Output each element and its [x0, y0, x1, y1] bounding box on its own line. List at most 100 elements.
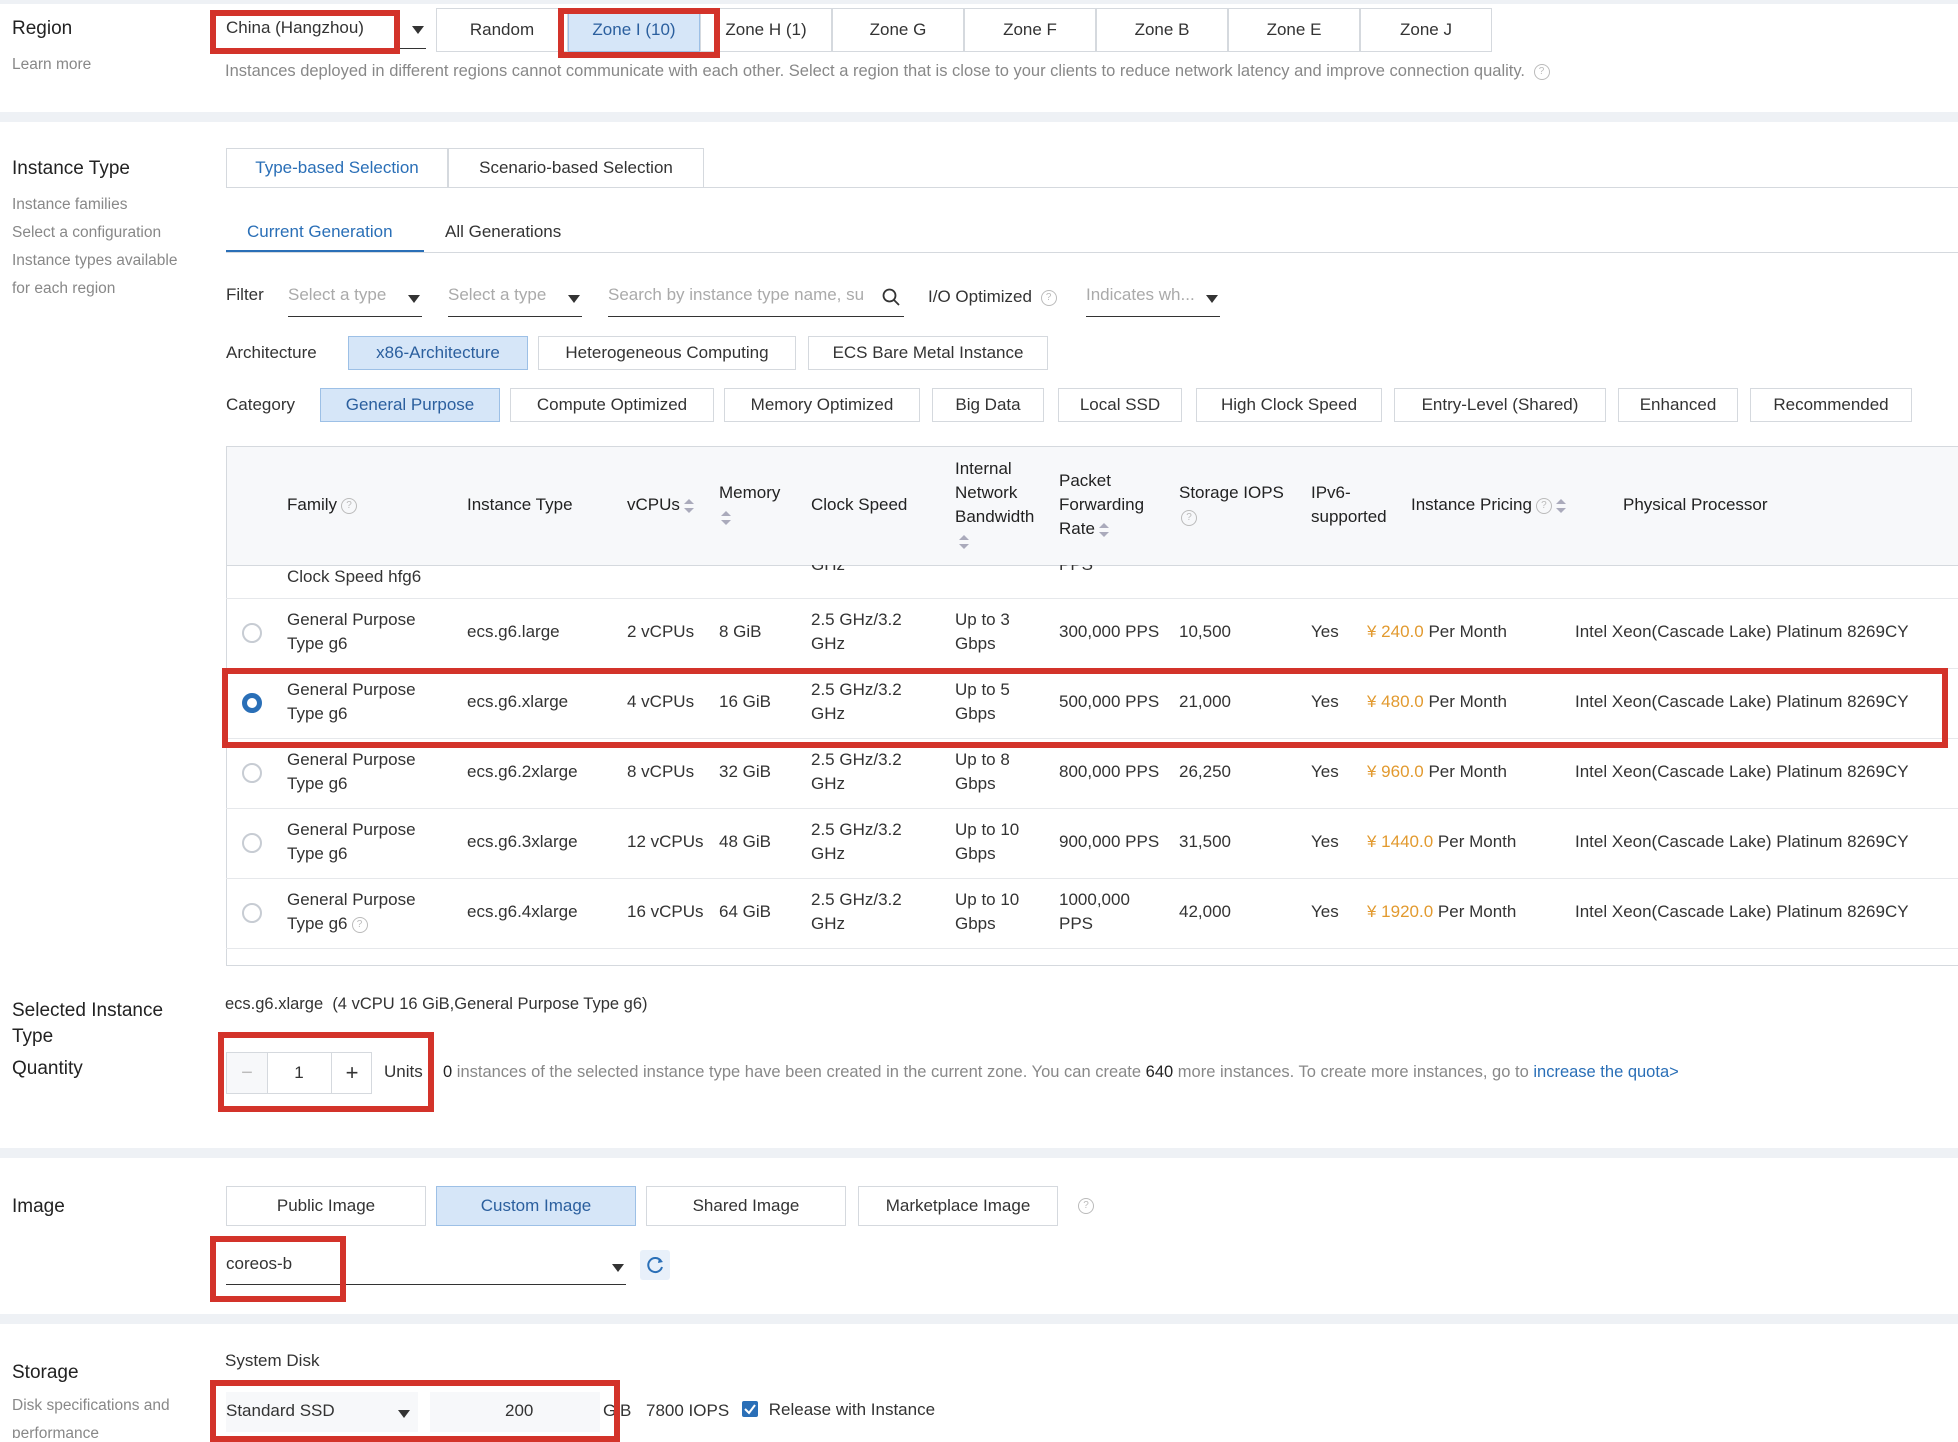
row-radio[interactable]	[242, 833, 262, 853]
row-bw-1: Up to 3	[955, 610, 1010, 629]
header-pps[interactable]: Packet Forwarding Rate	[1059, 469, 1144, 541]
category-entry-level[interactable]: Entry-Level (Shared)	[1394, 388, 1606, 422]
arch-bare-metal[interactable]: ECS Bare Metal Instance	[808, 336, 1048, 370]
row-clock: 2.5 GHz/3.2 GHz	[811, 818, 902, 866]
selected-title-1: Selected Instance	[12, 1000, 164, 1021]
refresh-icon	[647, 1257, 663, 1274]
header-pricing[interactable]: Instance Pricing?	[1411, 493, 1566, 517]
row-family-2: Type g6	[287, 914, 348, 933]
region-select[interactable]: China (Hangzhou)	[216, 12, 426, 49]
row-iops: 31,500	[1179, 832, 1231, 851]
category-general-purpose[interactable]: General Purpose	[320, 388, 500, 422]
table-row[interactable]: General Purpose Type g6 ecs.g6.2xlarge 8 …	[226, 738, 1958, 808]
row-pricing: ¥ 960.0 Per Month	[1367, 760, 1507, 784]
zone-f[interactable]: Zone F	[964, 8, 1096, 52]
row-pricing: ¥ 1920.0 Per Month	[1367, 900, 1516, 924]
sort-icon[interactable]	[683, 498, 694, 513]
help-icon[interactable]: ?	[341, 497, 358, 514]
tab-current-generation[interactable]: Current Generation	[247, 222, 393, 242]
table-row[interactable]: General Purpose Type g6? ecs.g6.4xlarge 1…	[226, 878, 1958, 948]
category-compute-optimized[interactable]: Compute Optimized	[510, 388, 714, 422]
row-family-1: General Purpose	[287, 680, 416, 699]
row-radio-selected[interactable]	[242, 693, 262, 713]
help-icon[interactable]: ?	[1181, 509, 1197, 526]
zone-random[interactable]: Random	[436, 8, 568, 52]
header-family: Family?	[287, 493, 358, 517]
arch-heterogeneous[interactable]: Heterogeneous Computing	[538, 336, 796, 370]
category-memory-optimized[interactable]: Memory Optimized	[724, 388, 920, 422]
quantity-title: Quantity	[12, 1058, 83, 1079]
disk-iops: 7800 IOPS	[646, 1401, 730, 1420]
help-icon[interactable]: ?	[1040, 289, 1057, 306]
category-big-data[interactable]: Big Data	[932, 388, 1044, 422]
increase-quota-link[interactable]: increase the quota>	[1533, 1063, 1678, 1081]
sort-icon[interactable]	[959, 534, 969, 549]
zone-b[interactable]: Zone B	[1096, 8, 1228, 52]
quantity-plus-button[interactable]: +	[331, 1053, 372, 1093]
section-divider	[0, 0, 1958, 4]
learn-more-link[interactable]: Learn more	[12, 51, 91, 79]
sort-icon[interactable]	[1098, 522, 1109, 537]
row-radio[interactable]	[242, 763, 262, 783]
row-radio[interactable]	[242, 623, 262, 643]
header-memory[interactable]: Memory	[719, 481, 780, 529]
category-enhanced[interactable]: Enhanced	[1618, 388, 1738, 422]
search-placeholder: Search by instance type name, su	[608, 285, 865, 304]
header-clock-speed: Clock Speed	[811, 495, 908, 514]
disk-type-select[interactable]: Standard SSD	[226, 1392, 418, 1432]
image-tab-marketplace[interactable]: Marketplace Image	[858, 1186, 1058, 1226]
header-bandwidth[interactable]: Internal Network Bandwidth	[955, 457, 1034, 553]
image-select[interactable]: coreos-b	[226, 1246, 626, 1285]
category-high-clock-speed[interactable]: High Clock Speed	[1196, 388, 1382, 422]
row-vcpus: 8 vCPUs	[627, 762, 695, 781]
image-tab-public[interactable]: Public Image	[226, 1186, 426, 1226]
tab-all-generations[interactable]: All Generations	[445, 222, 561, 242]
release-label: Release with Instance	[768, 1400, 936, 1419]
chevron-down-icon	[408, 295, 420, 303]
arch-x86[interactable]: x86-Architecture	[348, 336, 528, 370]
instance-type-sub-1: Instance families	[12, 196, 128, 213]
tab-scenario-based[interactable]: Scenario-based Selection	[448, 148, 704, 188]
category-recommended[interactable]: Recommended	[1750, 388, 1912, 422]
quantity-value[interactable]: 1	[267, 1053, 331, 1093]
zone-g[interactable]: Zone G	[832, 8, 964, 52]
row-family: General Purpose Type g6	[287, 678, 416, 726]
instance-search-input[interactable]: Search by instance type name, su	[608, 280, 904, 317]
checkbox[interactable]	[742, 1401, 758, 1417]
row-instance-type: ecs.g6.xlarge	[467, 692, 569, 711]
help-icon[interactable]: ?	[1078, 1198, 1094, 1214]
table-row-selected[interactable]: General Purpose Type g6 ecs.g6.xlarge 4 v…	[226, 668, 1958, 738]
zone-j[interactable]: Zone J	[1360, 8, 1492, 52]
filter-type-select-1[interactable]: Select a type	[288, 280, 422, 317]
zone-e[interactable]: Zone E	[1228, 8, 1360, 52]
quantity-stepper[interactable]: − 1 +	[226, 1052, 372, 1094]
table-row[interactable]: General Purpose Type g6 ecs.g6.3xlarge 12…	[226, 808, 1958, 878]
instance-type-sub-2: Select a configuration	[12, 224, 162, 241]
row-radio[interactable]	[242, 903, 262, 923]
refresh-button[interactable]	[640, 1250, 670, 1280]
tab-type-based[interactable]: Type-based Selection	[226, 148, 448, 188]
search-icon[interactable]	[882, 288, 900, 306]
filter-type-select-2[interactable]: Select a type	[448, 280, 582, 317]
io-optimized-label: I/O Optimized ?	[928, 287, 1057, 307]
sort-icon[interactable]	[721, 510, 731, 525]
help-icon[interactable]: ?	[1535, 497, 1552, 514]
help-icon[interactable]: ?	[351, 916, 368, 933]
row-iops: 10,500	[1179, 622, 1231, 641]
row-pps-1: 1000,000	[1059, 890, 1130, 909]
image-tab-custom[interactable]: Custom Image	[436, 1186, 636, 1226]
release-with-instance[interactable]: Release with Instance	[742, 1400, 935, 1420]
header-vcpus[interactable]: vCPUs	[627, 493, 694, 517]
image-tab-shared[interactable]: Shared Image	[646, 1186, 846, 1226]
zone-i[interactable]: Zone I (10)	[568, 8, 700, 52]
row-processor: Intel Xeon(Cascade Lake) Platinum 8269CY	[1575, 832, 1909, 851]
disk-size-input[interactable]: 200	[430, 1392, 600, 1432]
table-row[interactable]: General Purpose Type g6 ecs.g6.large 2 vC…	[226, 598, 1958, 668]
category-local-ssd[interactable]: Local SSD	[1058, 388, 1182, 422]
header-bandwidth-2: Network	[955, 483, 1018, 502]
sort-icon[interactable]	[1555, 498, 1566, 513]
help-icon[interactable]: ?	[1533, 63, 1550, 80]
zone-h[interactable]: Zone H (1)	[700, 8, 832, 52]
quantity-minus-button[interactable]: −	[227, 1053, 268, 1093]
io-optimized-select[interactable]: Indicates wh...	[1086, 280, 1220, 317]
